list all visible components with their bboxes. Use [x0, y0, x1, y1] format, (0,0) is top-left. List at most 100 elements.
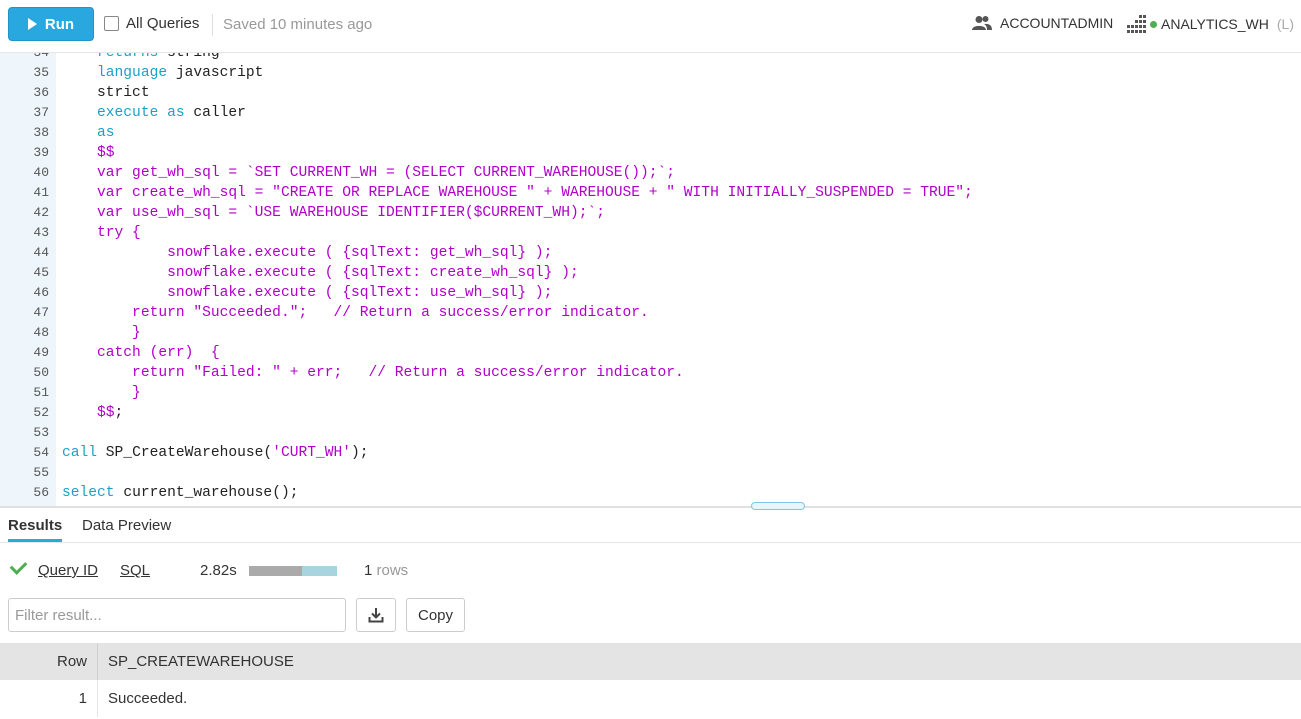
code-line: 46 snowflake.execute ( {sqlText: use_wh_…	[0, 283, 1301, 303]
copy-button[interactable]: Copy	[406, 598, 465, 632]
filter-result-input[interactable]	[8, 598, 346, 632]
tab-results[interactable]: Results	[8, 517, 62, 534]
code-line: 56 select current_warehouse();	[0, 483, 1301, 503]
run-label: Run	[44, 15, 75, 33]
code-line: 49 catch (err) {	[0, 343, 1301, 363]
code-token: snowflake.execute ( {sqlText: use_wh_sql…	[62, 285, 553, 301]
warehouse-size: (L)	[1276, 16, 1294, 32]
all-queries-label: All Queries	[126, 15, 200, 32]
code-token: as	[62, 125, 115, 141]
sql-editor[interactable]: 34 returns string35 language javascript3…	[0, 53, 1301, 507]
code-token: current_warehouse();	[123, 485, 299, 501]
code-token: var get_wh_sql = `SET CURRENT_WH = (SELE…	[62, 165, 676, 181]
row-divider	[97, 680, 98, 717]
all-queries-checkbox[interactable]	[104, 16, 119, 31]
code-text: as	[62, 123, 115, 143]
warehouse-name: ANALYTICS_WH	[1161, 16, 1269, 32]
line-number: 43	[33, 225, 49, 240]
warehouse-status-dot	[1150, 20, 1157, 28]
users-icon	[972, 16, 992, 30]
success-check-icon	[9, 557, 28, 575]
code-text: snowflake.execute ( {sqlText: create_wh_…	[62, 263, 579, 283]
line-number: 49	[33, 345, 49, 360]
code-line: 38 as	[0, 123, 1301, 143]
line-number: 44	[33, 245, 49, 260]
rows-count-value: 1	[364, 562, 373, 579]
line-number: 36	[33, 85, 49, 100]
code-line: 54 call SP_CreateWarehouse('CURT_WH');	[0, 443, 1301, 463]
code-line: 42 var use_wh_sql = `USE WAREHOUSE IDENT…	[0, 203, 1301, 223]
code-text: select current_warehouse();	[62, 483, 298, 503]
duration-bar	[249, 566, 337, 576]
code-token: $$	[62, 145, 115, 161]
line-number: 45	[33, 265, 49, 280]
code-token: execute as	[62, 105, 194, 121]
line-number: 34	[0, 53, 49, 63]
role-selector[interactable]: ACCOUNTADMIN	[972, 15, 1113, 31]
table-row[interactable]: 1 Succeeded.	[0, 680, 1301, 717]
code-text: return "Succeeded."; // Return a success…	[62, 303, 649, 323]
download-icon	[368, 608, 384, 623]
code-token: 'CURT_WH'	[272, 445, 352, 461]
line-number: 55	[33, 465, 49, 480]
code-token: try {	[62, 225, 141, 241]
line-number: 39	[33, 145, 49, 160]
code-text: var create_wh_sql = "CREATE OR REPLACE W…	[62, 183, 973, 203]
line-number: 52	[33, 405, 49, 420]
sql-link[interactable]: SQL	[120, 562, 150, 579]
code-token: return "Succeeded."; // Return a success…	[62, 305, 649, 321]
code-token: var use_wh_sql = `USE WAREHOUSE IDENTIFI…	[62, 205, 605, 221]
role-name: ACCOUNTADMIN	[1000, 15, 1114, 31]
code-line: 39 $$	[0, 143, 1301, 163]
warehouse-grid-icon	[1127, 15, 1146, 33]
code-text: $$;	[62, 403, 123, 423]
code-text: return "Failed: " + err; // Return a suc…	[62, 363, 684, 383]
code-line: 50 return "Failed: " + err; // Return a …	[0, 363, 1301, 383]
toolbar-divider	[212, 14, 213, 36]
code-text: snowflake.execute ( {sqlText: use_wh_sql…	[62, 283, 552, 303]
code-text: try {	[62, 223, 141, 243]
code-token: caller	[193, 105, 246, 121]
results-tabs: Results Data Preview	[0, 508, 1301, 543]
row-number: 1	[78, 690, 87, 707]
saved-status: Saved 10 minutes ago	[223, 16, 373, 33]
line-number: 38	[33, 125, 49, 140]
code-text: }	[62, 383, 141, 403]
code-token: snowflake.execute ( {sqlText: get_wh_sql…	[62, 245, 553, 261]
line-number: 50	[33, 365, 49, 380]
code-token: }	[62, 385, 141, 401]
code-token: }	[62, 325, 141, 341]
code-token: returns	[62, 53, 168, 61]
code-token: select	[62, 485, 124, 501]
warehouse-selector[interactable]: ANALYTICS_WH (L)	[1126, 15, 1294, 33]
query-duration: 2.82s	[200, 562, 237, 579]
code-line: 37 execute as caller	[0, 103, 1301, 123]
code-token: $$	[62, 405, 115, 421]
code-token: return "Failed: " + err; // Return a suc…	[62, 365, 684, 381]
all-queries-toggle[interactable]: All Queries	[104, 15, 199, 32]
line-number: 35	[33, 65, 49, 80]
code-text: catch (err) {	[62, 343, 220, 363]
run-button[interactable]: Run	[8, 7, 94, 41]
code-line: 34 returns string	[0, 53, 1301, 63]
active-tab-indicator	[8, 539, 62, 542]
code-text: var use_wh_sql = `USE WAREHOUSE IDENTIFI…	[62, 203, 605, 223]
code-token: snowflake.execute ( {sqlText: create_wh_…	[62, 265, 579, 281]
code-token: language	[62, 65, 176, 81]
code-text: snowflake.execute ( {sqlText: get_wh_sql…	[62, 243, 552, 263]
column-header-sp-createwarehouse[interactable]: SP_CREATEWAREHOUSE	[108, 653, 294, 670]
code-line: 44 snowflake.execute ( {sqlText: get_wh_…	[0, 243, 1301, 263]
line-number: 51	[33, 385, 49, 400]
tab-data-preview[interactable]: Data Preview	[82, 517, 171, 534]
code-line: 40 var get_wh_sql = `SET CURRENT_WH = (S…	[0, 163, 1301, 183]
rows-count: 1 rows	[364, 562, 408, 579]
query-meta: Query ID SQL 2.82s 1 rows	[0, 557, 1301, 585]
column-header-row[interactable]: Row	[57, 653, 87, 670]
query-id-link[interactable]: Query ID	[38, 562, 98, 579]
code-token: SP_CreateWarehouse(	[105, 445, 273, 461]
code-text: $$	[62, 143, 115, 163]
download-button[interactable]	[356, 598, 396, 632]
code-text: }	[62, 323, 141, 343]
code-line: 53	[0, 423, 1301, 443]
code-text: execute as caller	[62, 103, 246, 123]
